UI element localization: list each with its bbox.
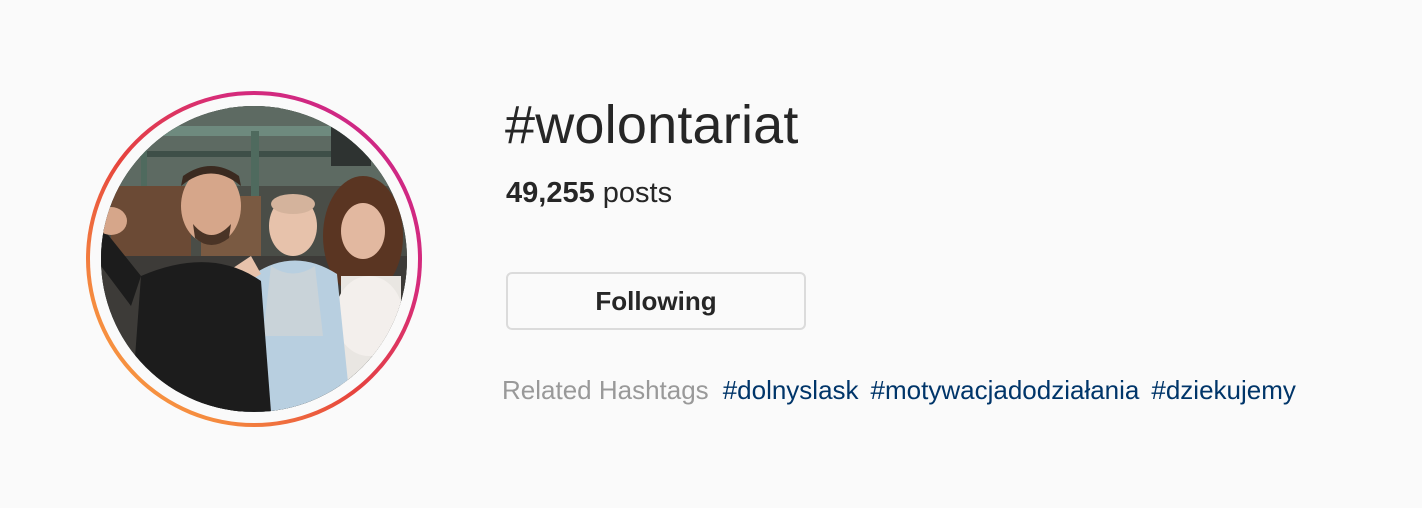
related-hashtags: Related Hashtags #dolnyslask #motywacjad… — [502, 372, 1296, 408]
post-count-value: 49,255 — [506, 177, 595, 209]
post-count-suffix: posts — [594, 177, 673, 209]
related-hashtags-label: Related Hashtags — [502, 375, 709, 405]
hashtag-title: #wolontariat — [505, 95, 799, 155]
following-button[interactable]: Following — [506, 272, 806, 330]
avatar-photo — [101, 106, 407, 412]
related-hashtag-link[interactable]: #dolnyslask — [723, 372, 859, 408]
related-hashtag-link[interactable]: #motywacjadodziałania — [871, 372, 1140, 408]
hashtag-avatar[interactable] — [86, 91, 422, 427]
related-hashtag-link[interactable]: #dziekujemy — [1151, 372, 1296, 408]
post-count: 49,255 posts — [506, 174, 672, 212]
hashtag-page: #wolontariat 49,255 posts Following Rela… — [0, 0, 1422, 508]
